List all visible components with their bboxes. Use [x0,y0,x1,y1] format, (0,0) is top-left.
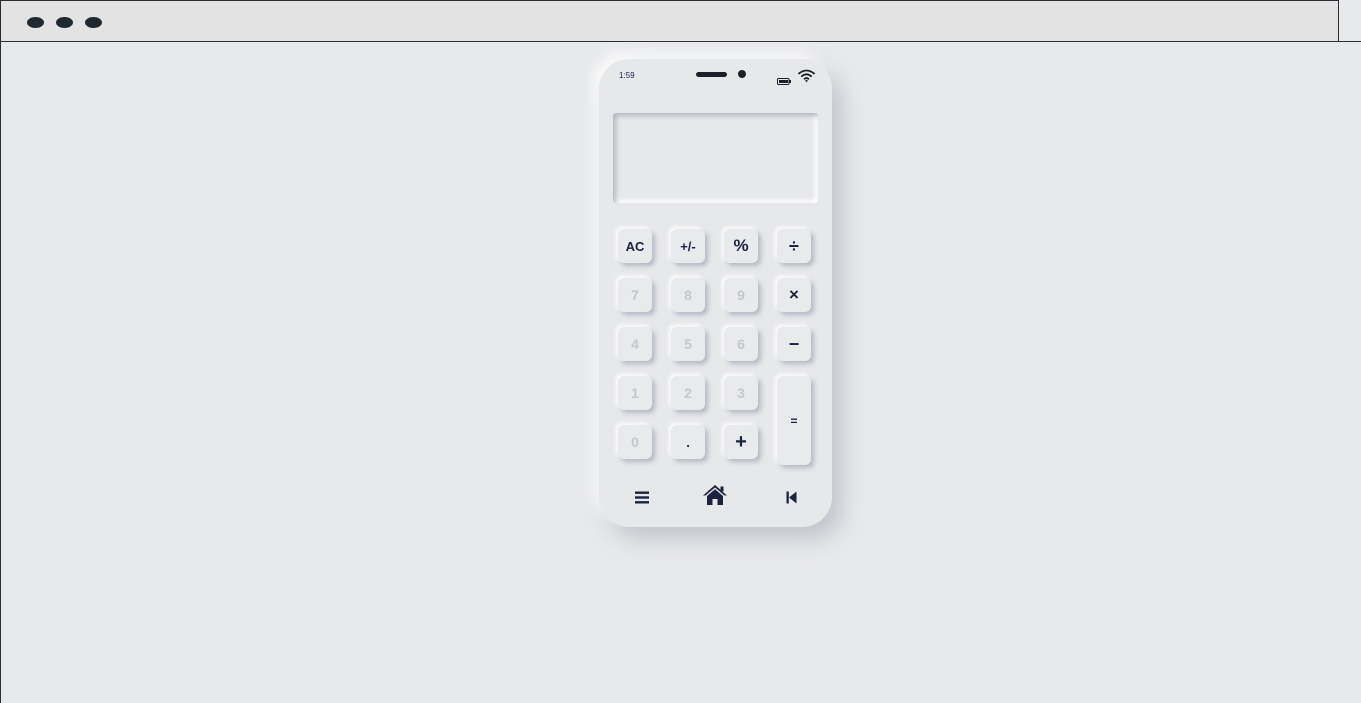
key-decimal[interactable]: . [671,425,705,459]
key-0[interactable]: 0 [618,425,652,459]
key-divide[interactable]: ÷ [777,229,811,263]
key-2[interactable]: 2 [671,376,705,410]
menu-icon [635,491,649,503]
key-add[interactable]: + [724,425,758,459]
key-3[interactable]: 3 [724,376,758,410]
key-plus-minus[interactable]: +/- [671,229,705,263]
key-9[interactable]: 9 [724,278,758,312]
home-icon [703,485,727,505]
key-5[interactable]: 5 [671,327,705,361]
nav-menu-button[interactable] [627,483,657,511]
key-7[interactable]: 7 [618,278,652,312]
nav-home-button[interactable] [700,481,730,509]
phone-speaker [696,72,727,77]
phone-calculator: 1:59 AC +/- % ÷ 7 8 9 × 4 5 6 − 1 2 3 = … [599,59,832,527]
key-equals[interactable]: = [777,376,811,465]
browser-window: 1:59 AC +/- % ÷ 7 8 9 × 4 5 6 − 1 2 3 = … [0,0,1361,703]
skip-back-icon [786,491,796,503]
wifi-icon [798,69,815,82]
window-titlebar [1,0,1339,42]
key-1[interactable]: 1 [618,376,652,410]
key-6[interactable]: 6 [724,327,758,361]
status-time: 1:59 [619,71,635,80]
key-4[interactable]: 4 [618,327,652,361]
phone-camera [738,70,746,78]
nav-back-button[interactable] [776,483,806,511]
window-control-dot-3[interactable] [85,17,102,28]
calculator-display [613,113,818,203]
key-8[interactable]: 8 [671,278,705,312]
window-control-dot-2[interactable] [56,17,73,28]
key-all-clear[interactable]: AC [618,229,652,263]
battery-icon [777,72,791,85]
key-multiply[interactable]: × [777,278,811,312]
key-subtract[interactable]: − [777,327,811,361]
titlebar-divider [1339,41,1361,42]
key-percent[interactable]: % [724,229,758,263]
window-control-dot-1[interactable] [27,17,44,28]
